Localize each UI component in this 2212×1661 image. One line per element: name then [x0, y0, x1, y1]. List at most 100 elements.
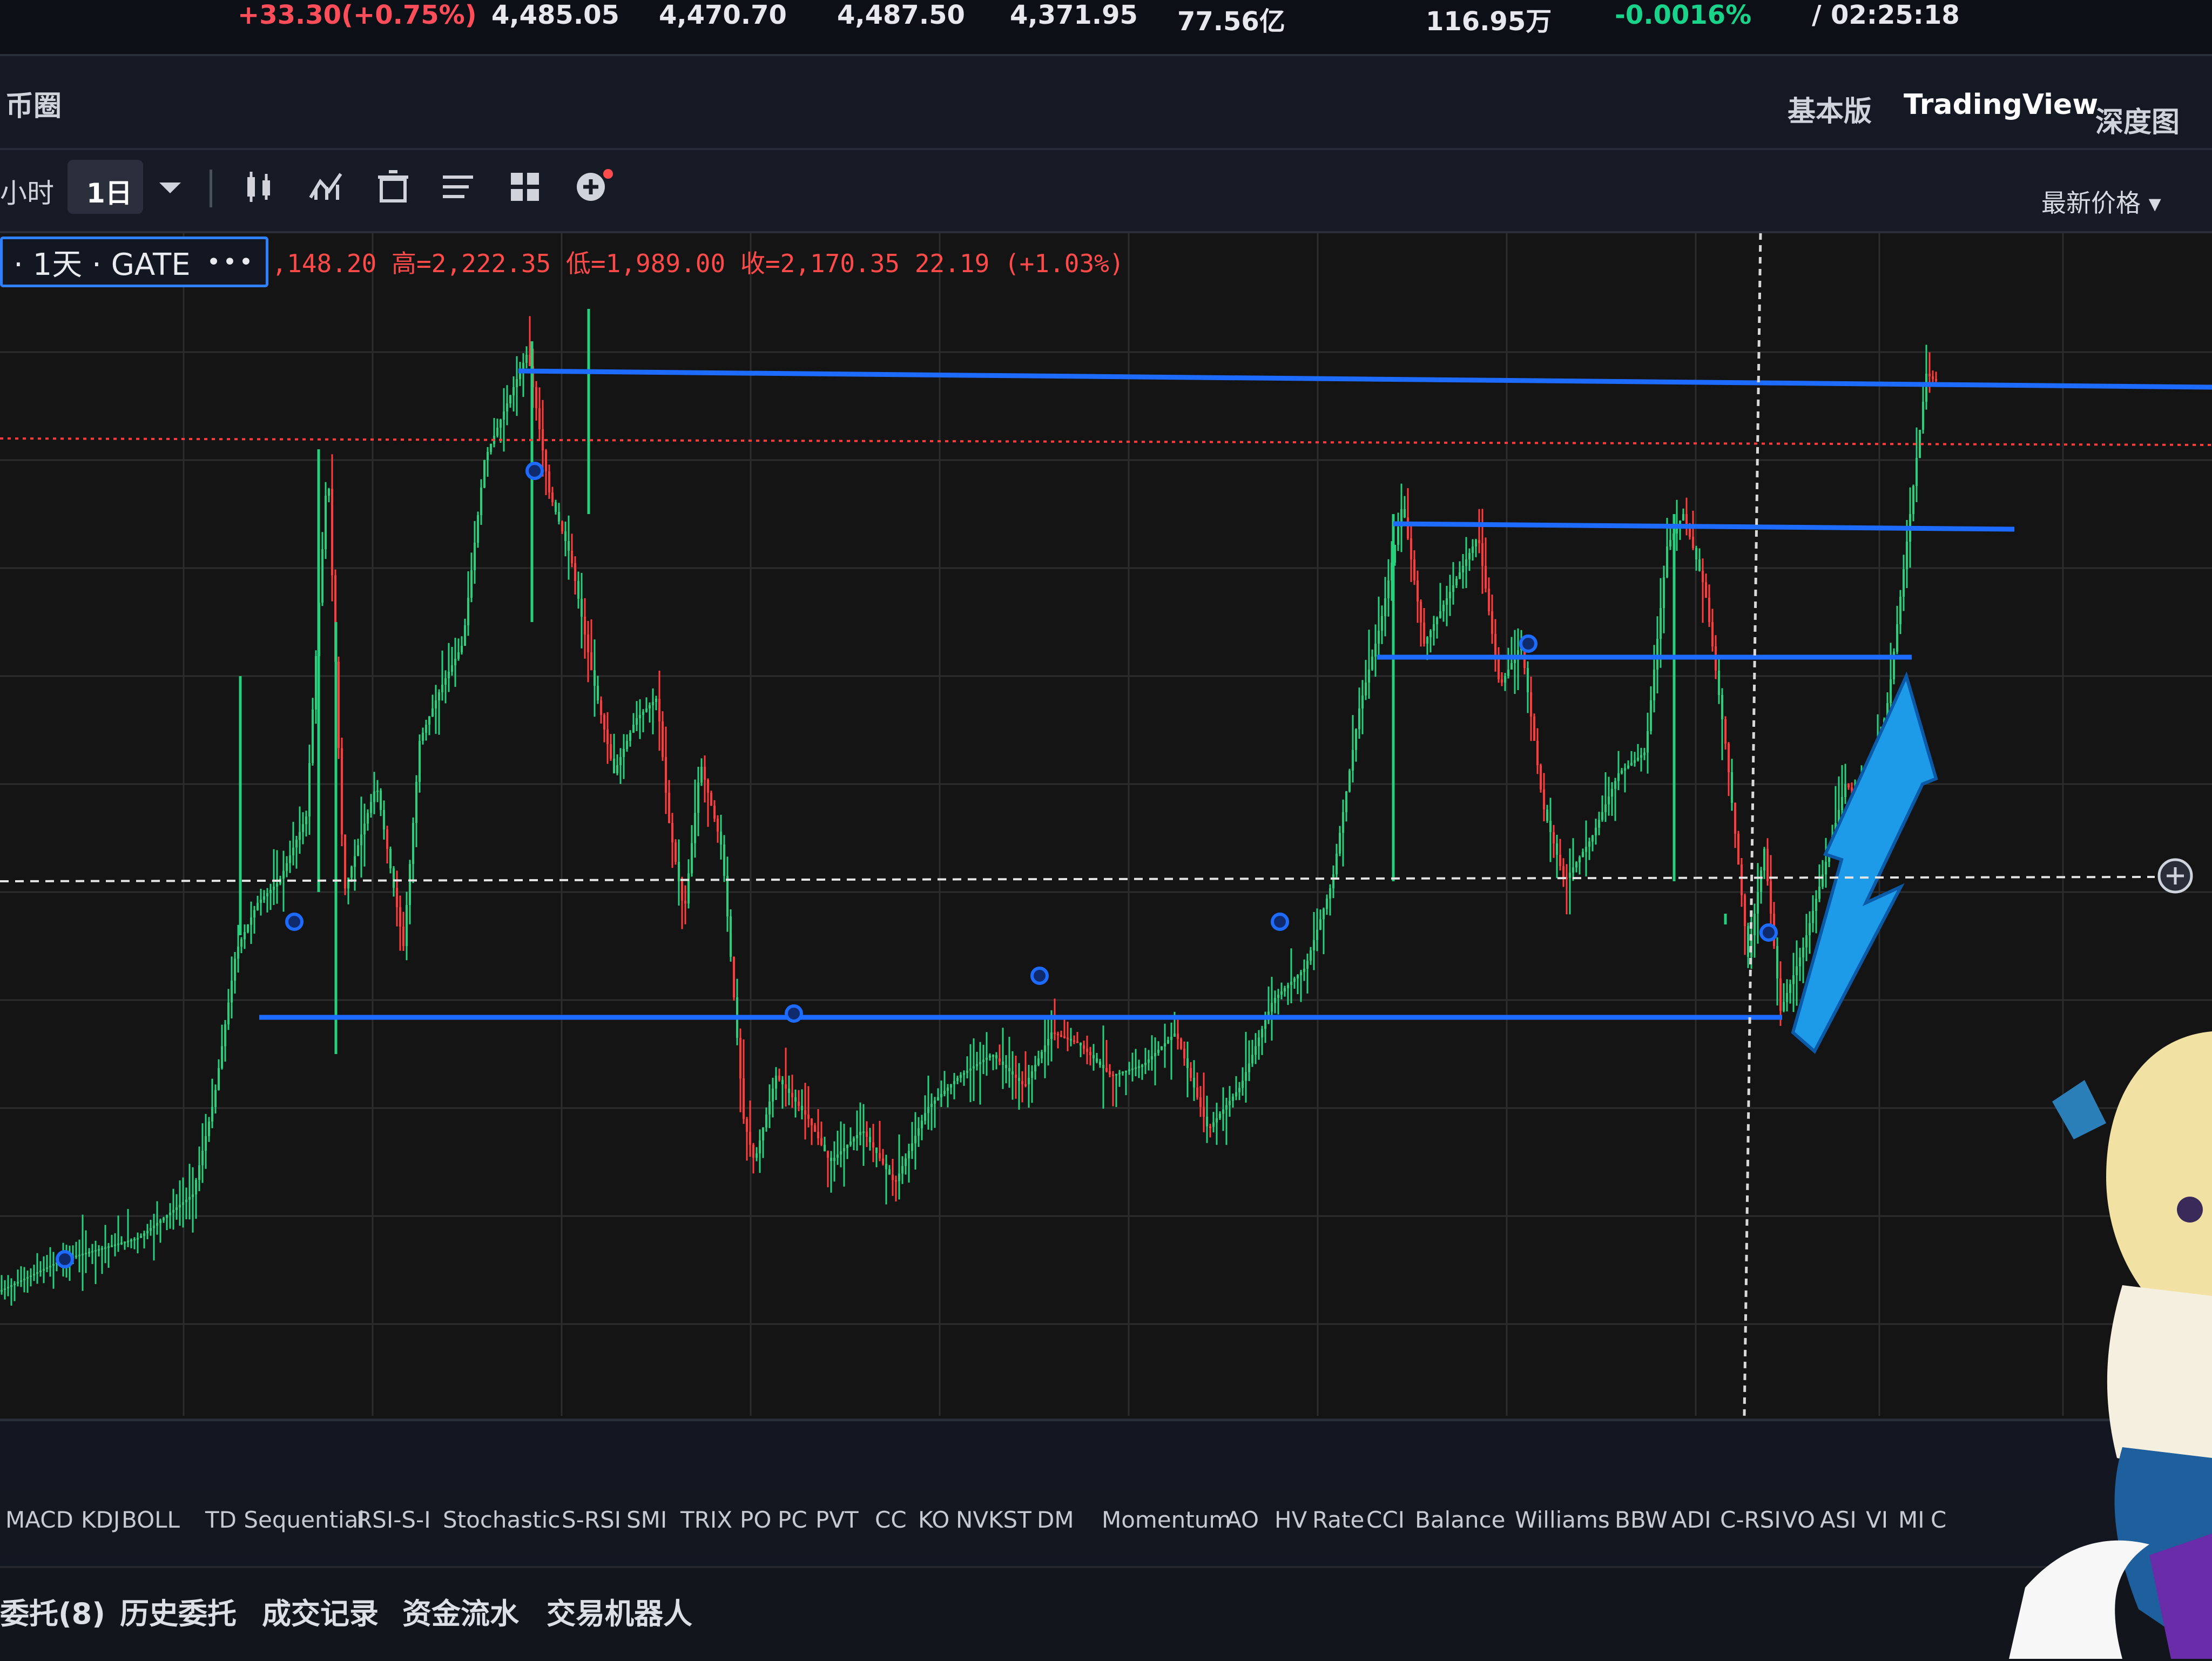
indicator-mi[interactable]: MI [1898, 1507, 1925, 1533]
candle-body [953, 1081, 955, 1084]
add-indicator-icon[interactable] [571, 165, 615, 208]
indicator-hv[interactable]: HV [1274, 1507, 1307, 1533]
candle-body [470, 570, 473, 598]
indicator-c-rsi[interactable]: C-RSI [1720, 1507, 1781, 1533]
candle-body [581, 599, 583, 617]
candle-body [480, 488, 482, 515]
indicator-boll[interactable]: BOLL [122, 1507, 180, 1533]
candle-body [1031, 1071, 1033, 1078]
indicator-asi[interactable]: ASI [1820, 1507, 1857, 1533]
tab-trading-bot[interactable]: 交易机器人 [547, 1590, 692, 1632]
indicator-kst[interactable]: KST [988, 1507, 1031, 1533]
price-type-select[interactable]: 最新价格 ▾ [2041, 184, 2161, 219]
layout-grid-icon[interactable] [503, 165, 547, 208]
candle-body [568, 541, 570, 551]
indicator-trix[interactable]: TRIX [680, 1507, 732, 1533]
indicator-cc[interactable]: CC [875, 1507, 907, 1533]
candle-body [467, 598, 469, 625]
indicator-stochastic[interactable]: Stochastic [443, 1507, 560, 1533]
tab-trade-history[interactable]: 成交记录 [262, 1590, 379, 1632]
indicator-momentum[interactable]: Momentum [1102, 1507, 1231, 1533]
candle-body [849, 1142, 852, 1145]
candle-body [227, 1002, 230, 1024]
candle-body [159, 1220, 161, 1223]
candle-body [817, 1132, 819, 1138]
tab-tradingview[interactable]: TradingView [1904, 89, 2098, 121]
settings-list-icon[interactable] [436, 165, 480, 208]
candle-body [1109, 1071, 1111, 1075]
indicator-pvt[interactable]: PVT [815, 1507, 859, 1533]
candle-body [1504, 676, 1506, 683]
candle-body [1546, 809, 1548, 821]
indicator-ko[interactable]: KO [918, 1507, 949, 1533]
indicator-vo[interactable]: VO [1782, 1507, 1815, 1533]
candle-body [1507, 670, 1509, 676]
indicator-adi[interactable]: ADI [1671, 1507, 1711, 1533]
candle-body [1579, 857, 1581, 862]
candle-body [837, 1154, 839, 1158]
candle-body [1455, 579, 1458, 585]
candle-body [431, 708, 434, 717]
candle-body [512, 387, 515, 395]
indicator-s-rsi[interactable]: S-RSI [562, 1507, 621, 1533]
candle-body [882, 1158, 884, 1164]
timeframe-hour[interactable]: 小时 [0, 172, 54, 211]
indicator-rsi-s-i[interactable]: RSI-S-I [356, 1507, 431, 1533]
indicator-kdj[interactable]: KDJ [81, 1507, 120, 1533]
tab-depth-chart[interactable]: 深度图 [2095, 99, 2180, 140]
candle-body [1277, 995, 1279, 998]
tab-order-history[interactable]: 历史委托 [120, 1590, 237, 1632]
more-icon[interactable]: ••• [207, 248, 255, 276]
candle-body [1669, 540, 1671, 546]
indicator-williams[interactable]: Williams [1515, 1507, 1610, 1533]
indicator-vi[interactable]: VI [1866, 1507, 1888, 1533]
price-chart-area[interactable]: 7月20217月20227月20237月20247月7月202622025-03… [0, 233, 2212, 1464]
candle-body [383, 810, 385, 829]
candle-body [1792, 975, 1795, 984]
timeframe-1d[interactable]: 1日 [86, 172, 132, 211]
candle-body [124, 1241, 126, 1244]
candle-body [1319, 919, 1321, 930]
candle-body [995, 1055, 997, 1058]
candle-body [402, 927, 404, 946]
delete-drawings-icon[interactable] [372, 165, 415, 208]
chevron-down-icon[interactable] [149, 165, 192, 208]
indicator-td-sequential[interactable]: TD Sequential [205, 1507, 365, 1533]
candle-body [1442, 605, 1445, 611]
indicators-icon[interactable] [305, 165, 348, 208]
candle-body [438, 692, 440, 700]
tab-fund-flow[interactable]: 资金流水 [402, 1590, 519, 1632]
candle-body [23, 1279, 25, 1280]
candle-body [496, 428, 498, 436]
candlestick-type-icon[interactable] [238, 165, 281, 208]
indicator-smi[interactable]: SMI [626, 1507, 667, 1533]
tab-basic[interactable]: 基本版 [1788, 89, 1872, 129]
tab-crypto[interactable]: 币圈 [5, 83, 62, 124]
candle-body [535, 387, 537, 408]
candlestick-chart[interactable]: 7月20217月20227月20237月20247月7月202622025-03… [0, 233, 2212, 1464]
candle-body [1128, 1069, 1130, 1071]
indicator-rate[interactable]: Rate [1312, 1507, 1364, 1533]
candle-body [1731, 772, 1733, 803]
candle-body [1692, 537, 1694, 548]
candle-body [49, 1266, 51, 1267]
indicator-cci[interactable]: CCI [1366, 1507, 1405, 1533]
indicator-ao[interactable]: AO [1226, 1507, 1259, 1533]
tab-open-orders[interactable]: 委托(8) [0, 1590, 105, 1632]
indicator-dm[interactable]: DM [1037, 1507, 1074, 1533]
candle-body [1348, 771, 1351, 792]
candle-body [1303, 969, 1305, 972]
candle-body [1258, 1037, 1260, 1046]
indicator-pc[interactable]: PC [778, 1507, 807, 1533]
candle-body [1148, 1059, 1150, 1063]
indicator-balance[interactable]: Balance [1415, 1507, 1506, 1533]
indicator-macd[interactable]: MACD [5, 1507, 73, 1533]
candle-body [302, 824, 304, 832]
symbol-badge[interactable]: · 1天 · GATE ••• [0, 237, 269, 287]
indicator-po[interactable]: PO [740, 1507, 771, 1533]
candle-body [811, 1119, 813, 1125]
candle-body [1, 1290, 3, 1292]
indicator-nv[interactable]: NV [956, 1507, 988, 1533]
indicator-bbw[interactable]: BBW [1615, 1507, 1668, 1533]
candle-body [619, 757, 622, 765]
